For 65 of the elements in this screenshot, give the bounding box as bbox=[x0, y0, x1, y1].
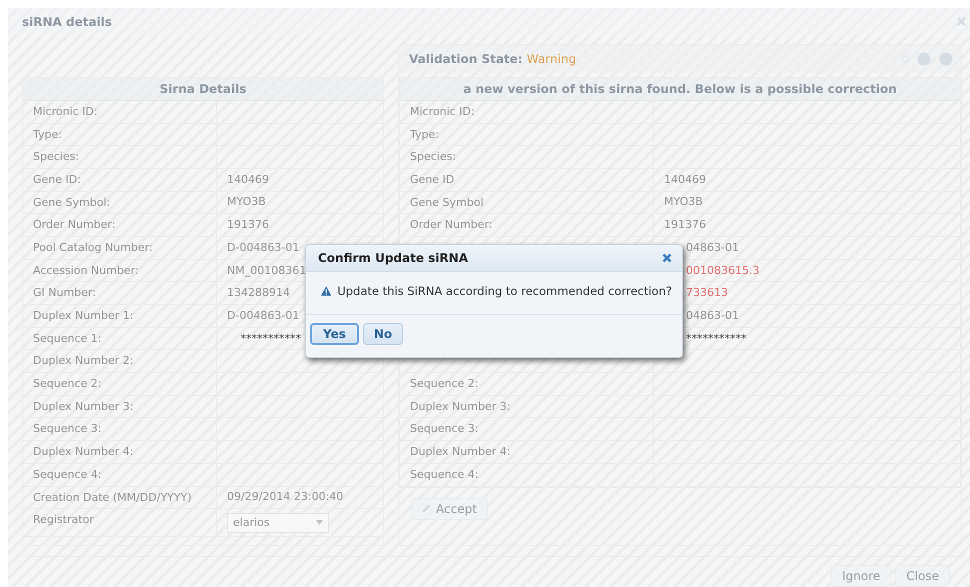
dialog-button[interactable]: Yes bbox=[310, 323, 359, 345]
field-label: Sequence 2: bbox=[23, 373, 217, 395]
field-value: 134288914 bbox=[227, 285, 290, 302]
field-value: D-004863-01 bbox=[227, 240, 300, 256]
field-label: Order Number: bbox=[23, 214, 217, 236]
field-value: 191376 bbox=[227, 217, 269, 234]
field-label: Registrator bbox=[23, 509, 217, 536]
field-value: 04863-01 bbox=[686, 240, 739, 256]
field-label: Gene ID bbox=[410, 172, 454, 186]
field-label: Pool Catalog Number: bbox=[23, 236, 217, 259]
circle-icon[interactable] bbox=[939, 52, 953, 66]
table-header: a new version of this sirna found. Below is a possible correction bbox=[400, 78, 960, 101]
caret-icon bbox=[316, 520, 323, 526]
field-label: Species: bbox=[410, 150, 456, 164]
field-label: Sequence 3: bbox=[23, 418, 217, 440]
field-label: Species: bbox=[23, 146, 217, 168]
field-label: Duplex Number 1: bbox=[23, 305, 217, 327]
footer-button[interactable]: Ignore bbox=[831, 565, 892, 587]
field-value: 733613 bbox=[686, 285, 728, 302]
field-label: Micronic ID: bbox=[23, 100, 217, 123]
footer-button[interactable]: Close bbox=[895, 565, 950, 587]
field-value: *********** bbox=[686, 330, 746, 347]
accept-button[interactable]: Accept bbox=[411, 498, 488, 520]
warning-icon bbox=[321, 286, 332, 296]
close-icon[interactable] bbox=[662, 253, 672, 263]
field-value: *********** bbox=[240, 330, 301, 347]
field-value: 191376 bbox=[664, 217, 706, 234]
field-label: Duplex Number 3: bbox=[410, 400, 510, 413]
field-label: Gene Symbol bbox=[410, 196, 484, 209]
registrator-select[interactable]: elarios bbox=[227, 512, 329, 533]
pencil-icon bbox=[422, 504, 431, 514]
field-value: NM_00108361 bbox=[227, 262, 306, 279]
field-value: 001083615.3 bbox=[686, 262, 760, 278]
field-value: MYO3B bbox=[227, 194, 266, 210]
dialog-title: Confirm Update siRNA bbox=[318, 251, 468, 265]
field-value: D-004863-01 bbox=[227, 308, 300, 324]
field-label: Sequence 4: bbox=[23, 464, 217, 486]
field-label: Type: bbox=[23, 124, 217, 146]
field-label: Micronic ID: bbox=[410, 104, 475, 118]
field-value: 140469 bbox=[227, 172, 269, 188]
field-label: Order Number: bbox=[410, 218, 492, 232]
dialog-button[interactable]: No bbox=[362, 323, 404, 345]
window-title: siRNA details bbox=[22, 14, 112, 29]
field-label: Creation Date (MM/DD/YYYY) bbox=[23, 486, 217, 508]
field-label: Duplex Number 4: bbox=[23, 441, 217, 463]
circle-icon[interactable] bbox=[917, 52, 931, 66]
table-header: Sirna Details bbox=[23, 78, 383, 101]
field-label: Accession Number: bbox=[23, 260, 217, 282]
validation-state: Validation State: Warning bbox=[409, 52, 576, 66]
field-label: Duplex Number 2: bbox=[23, 350, 217, 372]
field-label: Sequence 3: bbox=[410, 422, 478, 436]
dialog-message: Update this SiRNA according to recommended correction? bbox=[337, 284, 672, 298]
field-label: Type: bbox=[410, 128, 439, 141]
field-label: Sequence 4: bbox=[410, 468, 478, 481]
field-label: Gene Symbol: bbox=[23, 192, 217, 214]
field-label: Sequence 1: bbox=[23, 328, 217, 350]
field-value: 09/29/2014 23:00:40 bbox=[227, 489, 344, 506]
field-value: MYO3B bbox=[664, 194, 703, 210]
field-label: Duplex Number 3: bbox=[23, 396, 217, 418]
field-value: 140469 bbox=[664, 172, 706, 188]
field-label: Gene ID: bbox=[23, 168, 217, 191]
field-label: Duplex Number 4: bbox=[410, 445, 510, 458]
field-label: Sequence 2: bbox=[410, 377, 478, 390]
field-value: 04863-01 bbox=[686, 308, 739, 324]
field-label: GI Number: bbox=[23, 282, 217, 304]
